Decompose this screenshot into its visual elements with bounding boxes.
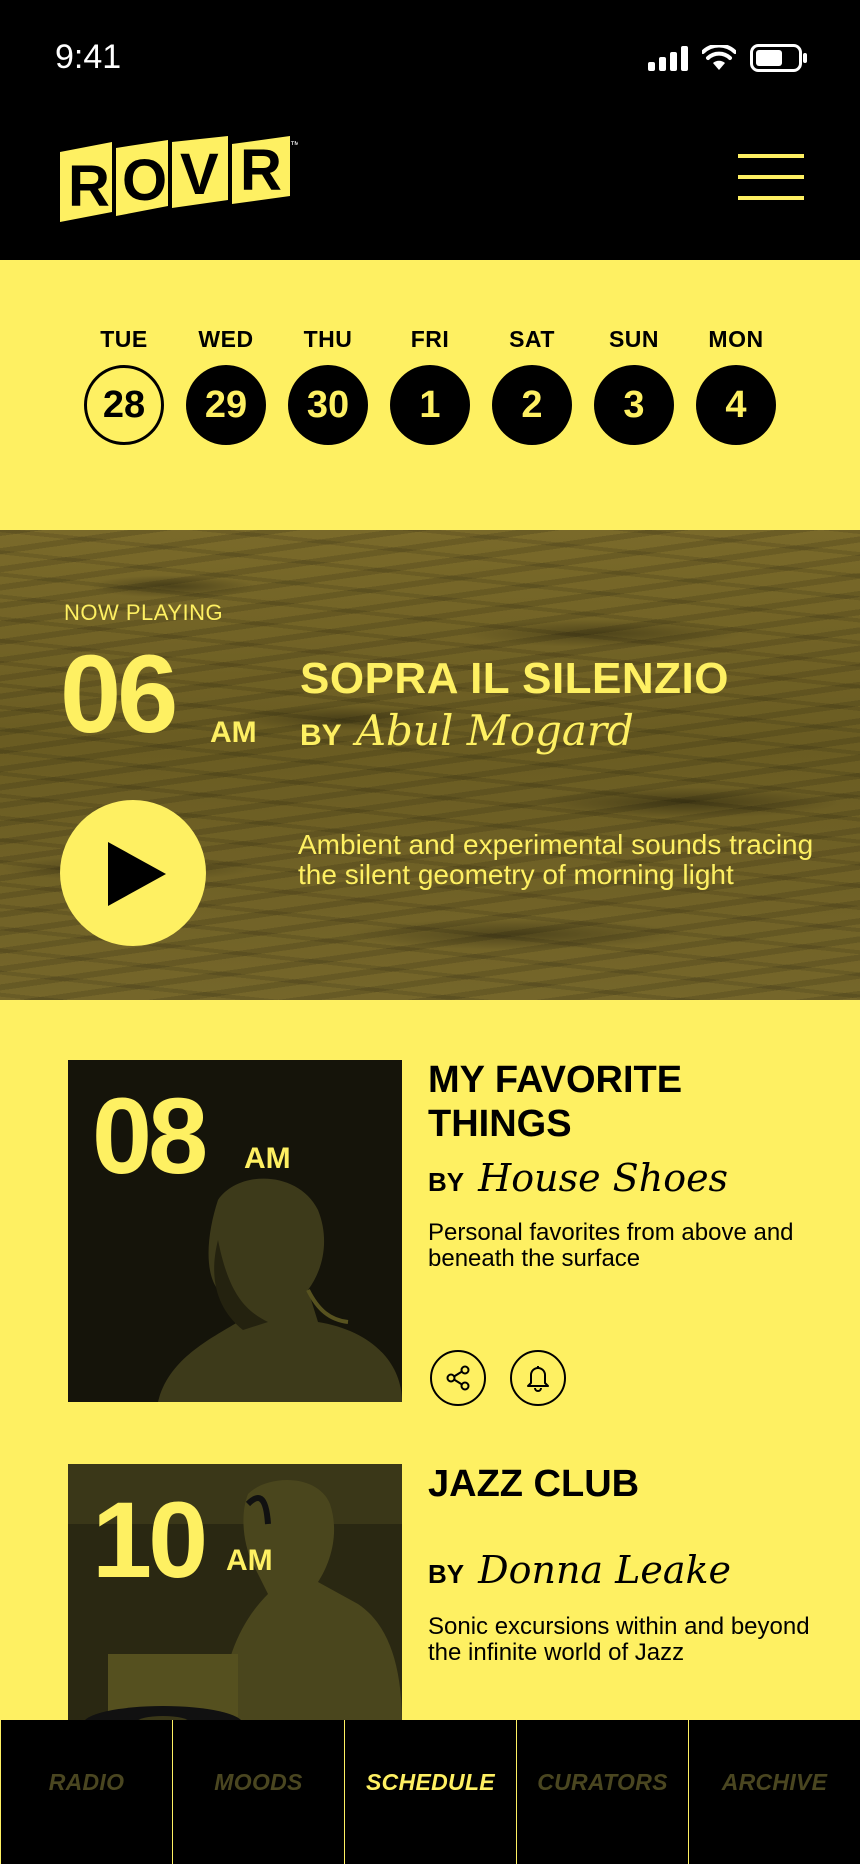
day-tab-fri[interactable]: FRI 1 <box>388 326 472 445</box>
day-number: 4 <box>696 365 776 445</box>
show-description: Personal favorites from above and beneat… <box>428 1219 794 1272</box>
svg-text:O: O <box>122 148 167 213</box>
status-time: 9:41 <box>55 38 122 76</box>
by-label: BY <box>428 1167 465 1197</box>
nav-tab-label: ARCHIVE <box>721 1768 828 1795</box>
show-artist[interactable]: House Shoes <box>478 1156 728 1200</box>
status-bar: 9:41 <box>0 0 860 120</box>
by-label: BY <box>300 719 342 752</box>
share-icon <box>446 1365 470 1391</box>
svg-text:R: R <box>240 138 282 203</box>
nav-tab-schedule[interactable]: SCHEDULE <box>344 1720 516 1864</box>
show-thumbnail[interactable]: 08 AM <box>68 1060 402 1402</box>
battery-icon <box>750 44 807 72</box>
day-number: 30 <box>288 365 368 445</box>
now-playing-artist[interactable]: Abul Mogard <box>356 706 634 755</box>
play-button[interactable] <box>60 800 206 946</box>
wifi-icon <box>702 45 736 70</box>
show-thumbnail[interactable]: 10 AM <box>68 1464 402 1720</box>
day-tab-thu[interactable]: THU 30 <box>286 326 370 445</box>
show-hour: 10 <box>92 1479 208 1600</box>
show-hour: 08 <box>92 1075 208 1196</box>
show-ampm: AM <box>226 1544 273 1577</box>
bottom-nav: RADIO MOODS SCHEDULE CURATORS ARCHIVE <box>0 1720 860 1864</box>
now-playing-byline: BY Abul Mogard <box>300 706 634 755</box>
day-name: SAT <box>509 326 555 352</box>
svg-text:V: V <box>180 142 219 207</box>
day-tab-tue[interactable]: TUE 28 <box>82 326 166 445</box>
show-title[interactable]: MY FAVORITE THINGS <box>428 1058 808 1146</box>
day-number: 29 <box>186 365 266 445</box>
nav-tab-label: RADIO <box>48 1768 125 1795</box>
status-icons <box>648 44 808 72</box>
nav-tab-curators[interactable]: CURATORS <box>516 1720 688 1864</box>
app-header: R O V R ™ <box>0 120 860 260</box>
day-selector: TUE 28 WED 29 THU 30 FRI 1 SAT 2 SUN 3 M… <box>0 260 860 530</box>
day-tab-sun[interactable]: SUN 3 <box>592 326 676 445</box>
day-number: 3 <box>594 365 674 445</box>
schedule-list: 08 AM MY FAVORITE THINGS BY House Shoes … <box>0 1000 860 1720</box>
day-name: TUE <box>100 326 148 352</box>
by-label: BY <box>428 1559 465 1589</box>
reminder-button[interactable] <box>510 1350 566 1406</box>
bell-icon <box>527 1366 549 1392</box>
show-ampm: AM <box>244 1142 291 1175</box>
day-number: 2 <box>492 365 572 445</box>
now-playing-title: SOPRA IL SILENZIO <box>300 654 729 703</box>
now-playing-card: NOW PLAYING 06 AM SOPRA IL SILENZIO BY A… <box>0 530 860 1000</box>
show-description: Sonic excursions within and beyond the i… <box>428 1613 810 1666</box>
now-playing-hour: 06 <box>60 633 178 756</box>
nav-tab-radio[interactable]: RADIO <box>0 1720 172 1864</box>
day-name: MON <box>708 326 764 352</box>
day-tab-sat[interactable]: SAT 2 <box>490 326 574 445</box>
day-tab-mon[interactable]: MON 4 <box>694 326 778 445</box>
nav-tab-label: MOODS <box>214 1768 303 1795</box>
play-icon <box>108 842 166 906</box>
day-name: WED <box>198 326 254 352</box>
trademark-mark: ™ <box>290 140 298 151</box>
share-button[interactable] <box>430 1350 486 1406</box>
now-playing-description: Ambient and experimental sounds tracing … <box>298 829 814 890</box>
day-number: 28 <box>84 365 164 445</box>
day-tab-wed[interactable]: WED 29 <box>184 326 268 445</box>
show-title[interactable]: JAZZ CLUB <box>428 1462 808 1506</box>
day-number: 1 <box>390 365 470 445</box>
now-playing-ampm: AM <box>210 716 257 749</box>
nav-tab-label: SCHEDULE <box>366 1768 495 1795</box>
show-artist[interactable]: Donna Leake <box>478 1548 731 1592</box>
day-name: FRI <box>410 326 450 352</box>
signal-icon <box>648 45 688 71</box>
day-name: THU <box>303 326 353 352</box>
hamburger-menu-icon[interactable] <box>738 154 804 200</box>
now-playing-label: NOW PLAYING <box>64 600 224 625</box>
show-byline: BY House Shoes <box>428 1156 728 1200</box>
nav-tab-archive[interactable]: ARCHIVE <box>688 1720 860 1864</box>
rovr-logo[interactable]: R O V R ™ <box>58 134 298 234</box>
show-byline: BY Donna Leake <box>428 1548 731 1592</box>
day-name: SUN <box>608 326 660 352</box>
svg-text:R: R <box>68 154 110 219</box>
nav-tab-moods[interactable]: MOODS <box>172 1720 344 1864</box>
nav-tab-label: CURATORS <box>537 1768 668 1795</box>
